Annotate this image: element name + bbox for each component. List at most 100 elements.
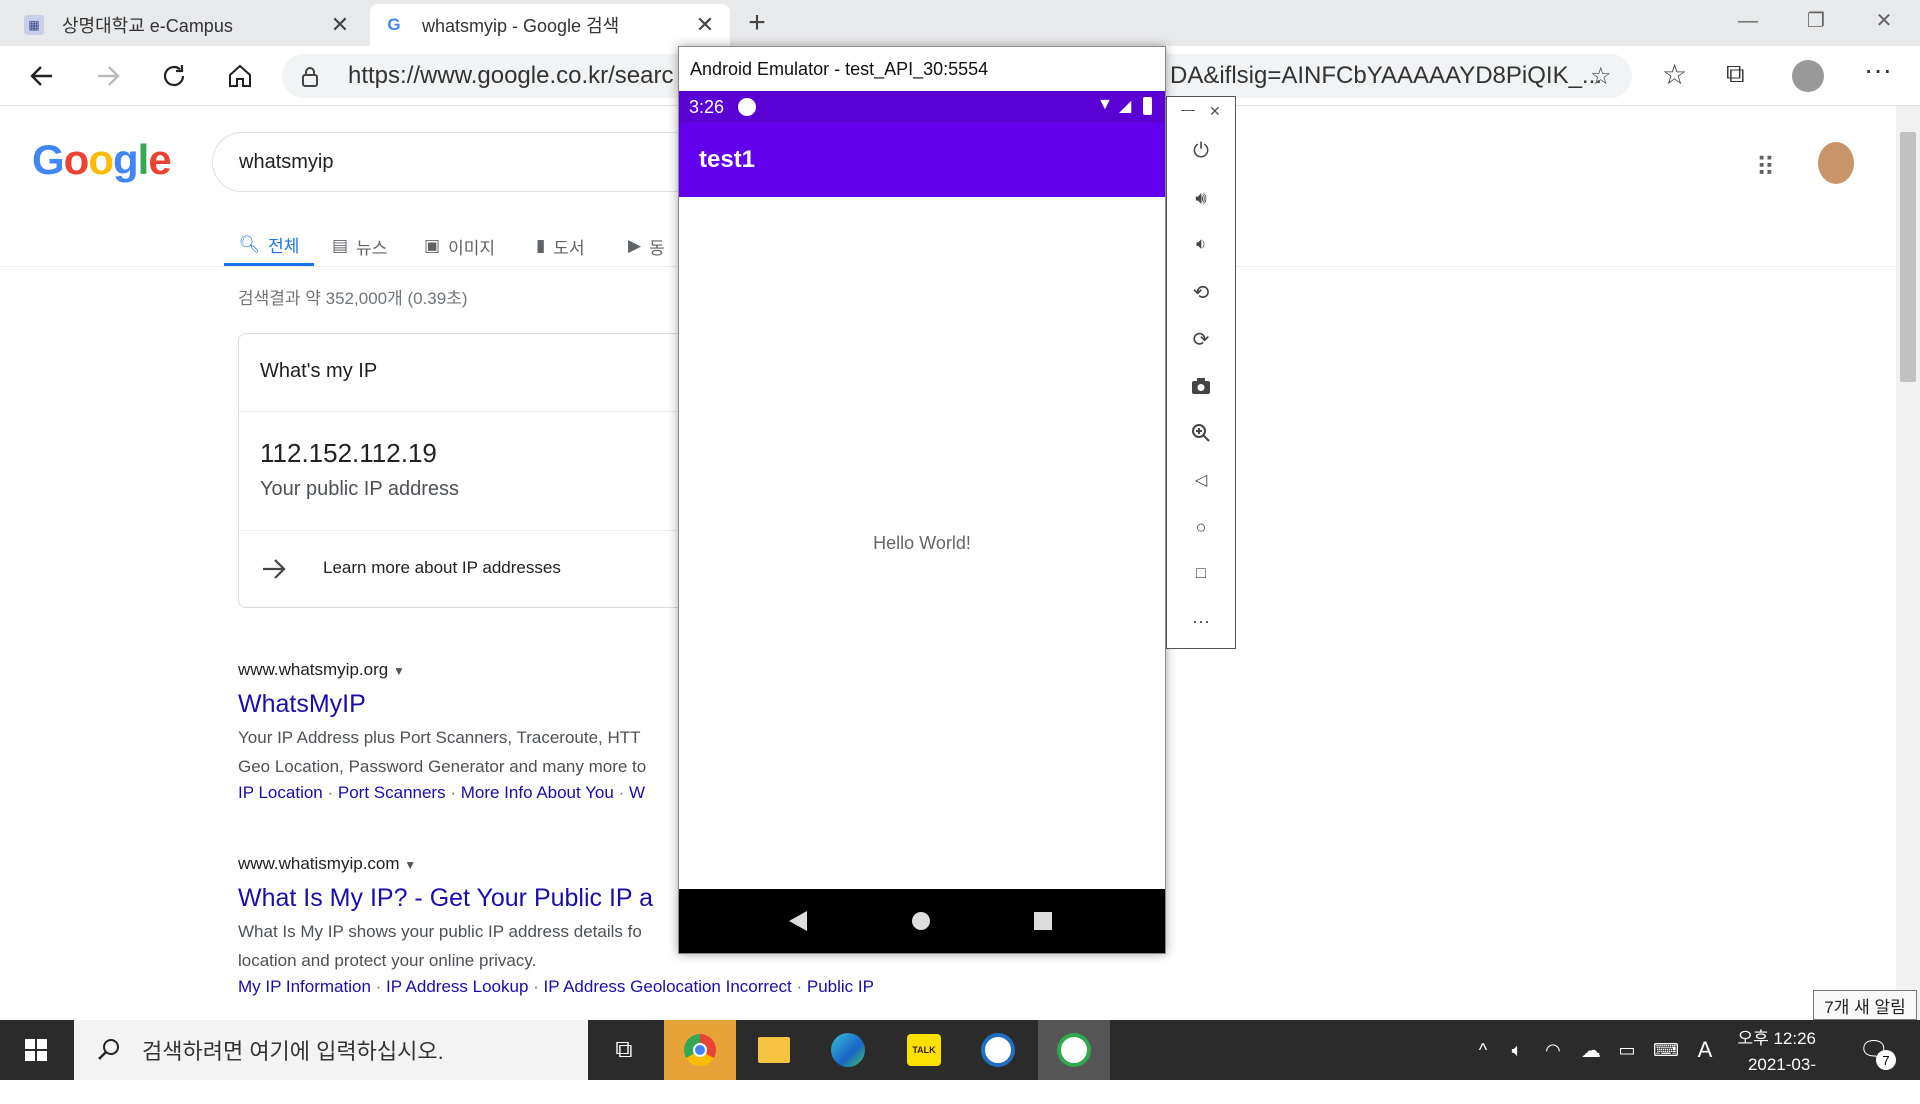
taskbar-chrome[interactable] [664, 1020, 736, 1080]
signal-icon: ◢ [1119, 98, 1132, 115]
back-button[interactable] [22, 56, 62, 96]
url-text-left: https://www.google.co.kr/searc [348, 62, 674, 89]
tab-books[interactable]: ▮ 도서 [536, 226, 585, 266]
nav-home-icon[interactable] [911, 911, 931, 931]
overview-icon: □ [1196, 565, 1206, 582]
page-scrollbar[interactable] [1896, 106, 1920, 1020]
taskbar-edge[interactable] [812, 1020, 884, 1080]
android-studio-icon [981, 1033, 1015, 1067]
tab-e-campus[interactable]: ▦ 상명대학교 e-Campus ✕ [10, 4, 365, 46]
rotate-left-button[interactable]: ⟲ [1167, 274, 1235, 310]
emulator-window: Android Emulator - test_API_30:5554 3:26… [678, 46, 1166, 954]
home-button[interactable] [220, 56, 260, 96]
close-icon[interactable]: ✕ [329, 12, 351, 38]
emulator-side-toolbar: — ✕ ⏻ 🔊︎ 🔉︎ ⟲ ⟳ ◁ ○ □ ··· [1166, 96, 1236, 649]
sitelink[interactable]: IP Address Geolocation Incorrect [544, 977, 792, 996]
screenshot-button[interactable] [1167, 368, 1235, 404]
learn-more-link[interactable]: Learn more about IP addresses [239, 531, 737, 607]
start-button[interactable] [0, 1020, 72, 1080]
more-menu-icon[interactable]: ··· [1864, 54, 1892, 86]
keyboard-icon[interactable]: ⌨ [1648, 1020, 1684, 1080]
refresh-button[interactable] [154, 56, 194, 96]
close-icon[interactable]: ✕ [1209, 103, 1221, 120]
zoom-button[interactable] [1167, 415, 1235, 451]
rotate-right-button[interactable]: ⟳ [1167, 321, 1235, 357]
sitelink[interactable]: W [629, 783, 645, 802]
sitelink[interactable]: IP Address Lookup [386, 977, 528, 996]
kakaotalk-icon: TALK [907, 1034, 941, 1066]
sitelink[interactable]: Public IP [807, 977, 874, 996]
campus-icon: ▦ [24, 15, 44, 35]
task-view-button[interactable]: ⧉ [588, 1020, 660, 1080]
restore-button[interactable]: ❐ [1796, 6, 1836, 36]
notification-icon [738, 98, 757, 116]
tray-overflow-icon[interactable]: ^ [1470, 1020, 1496, 1080]
account-avatar[interactable] [1818, 142, 1854, 184]
add-favorite-icon[interactable]: ☆ [1590, 62, 1612, 91]
minimize-button[interactable]: — [1728, 6, 1768, 36]
tab-title: 상명대학교 e-Campus [62, 16, 233, 36]
google-logo[interactable]: Google [32, 136, 172, 184]
taskbar-android-studio[interactable] [962, 1020, 1034, 1080]
taskbar-kakaotalk[interactable]: TALK [888, 1020, 960, 1080]
taskbar-emulator[interactable] [1038, 1020, 1110, 1080]
tab-videos[interactable]: ▶ 동 [628, 226, 665, 266]
nav-overview-icon[interactable] [1033, 911, 1053, 931]
sitelink[interactable]: My IP Information [238, 977, 371, 996]
taskbar-search-box[interactable]: 검색하려면 여기에 입력하십시오. [74, 1020, 588, 1080]
tab-news[interactable]: ▤ 뉴스 [332, 226, 387, 266]
minimize-icon[interactable]: — [1181, 101, 1195, 117]
onedrive-icon[interactable]: ☁ [1574, 1020, 1608, 1080]
search-result: www.whatsmyip.org ▼ WhatsMyIP Your IP Ad… [238, 660, 646, 803]
result-title[interactable]: WhatsMyIP [238, 690, 646, 719]
ime-indicator[interactable]: A [1690, 1020, 1720, 1080]
close-window-button[interactable]: ✕ [1864, 6, 1904, 36]
tab-all[interactable]: 🔍︎ 전체 [224, 226, 314, 266]
app-title: test1 [699, 146, 756, 173]
back-icon: ◁ [1194, 472, 1208, 489]
sitelink[interactable]: Port Scanners [338, 783, 446, 802]
result-stats: 검색결과 약 352,000개 (0.39초) [238, 289, 468, 308]
volume-up-button[interactable]: 🔊︎ [1167, 180, 1235, 216]
action-center-button[interactable]: 🗨︎ 7 [1846, 1020, 1902, 1080]
notification-toast[interactable]: 7개 새 알림 [1813, 990, 1917, 1020]
home-icon [229, 64, 251, 87]
home-button[interactable]: ○ [1167, 509, 1235, 545]
sitelink[interactable]: More Info About You [461, 783, 614, 802]
collections-icon[interactable]: ⧉ [1726, 58, 1745, 90]
emulator-title-bar[interactable]: Android Emulator - test_API_30:5554 [679, 47, 1165, 91]
new-tab-button[interactable]: + [740, 6, 774, 40]
taskbar-file-explorer[interactable] [738, 1020, 810, 1080]
favorites-icon[interactable]: ☆ [1662, 58, 1687, 91]
tab-images[interactable]: ▣ 이미지 [424, 226, 495, 266]
tab-title: whatsmyip - Google 검색 [422, 16, 620, 36]
overview-button[interactable]: □ [1167, 556, 1235, 592]
image-icon: ▣ [424, 236, 441, 255]
search-icon [98, 1039, 119, 1060]
result-url[interactable]: www.whatsmyip.org ▼ [238, 660, 646, 680]
volume-down-button[interactable]: 🔉︎ [1167, 227, 1235, 263]
zoom-icon [1192, 424, 1210, 442]
camera-icon [1192, 378, 1210, 394]
more-button[interactable]: ··· [1167, 603, 1235, 639]
close-icon[interactable]: ✕ [694, 12, 716, 38]
battery-icon [1143, 97, 1152, 115]
volume-icon[interactable]: 🔈︎ [1502, 1020, 1532, 1080]
more-icon: ··· [1192, 610, 1210, 631]
tab-google-search[interactable]: G whatsmyip - Google 검색 ✕ [370, 4, 730, 46]
scrollbar-thumb[interactable] [1900, 132, 1916, 382]
nav-back-icon[interactable] [787, 909, 809, 933]
forward-button[interactable] [88, 56, 128, 96]
sitelink[interactable]: IP Location [238, 783, 323, 802]
apps-grid-icon[interactable]: ⠿ [1756, 152, 1775, 183]
power-icon: ⏻ [1193, 139, 1209, 162]
search-input[interactable]: whatsmyip [212, 132, 712, 192]
battery-icon[interactable]: ▭ [1612, 1020, 1642, 1080]
profile-avatar[interactable] [1792, 60, 1824, 92]
power-button[interactable]: ⏻ [1167, 133, 1235, 169]
rotate-right-icon: ⟳ [1192, 328, 1210, 351]
result-description: Geo Location, Password Generator and man… [238, 757, 647, 776]
taskbar-clock[interactable]: 오후 12:26 2021-03-03 [1730, 1026, 1816, 1104]
back-button[interactable]: ◁ [1167, 462, 1235, 498]
network-icon[interactable]: ◠ [1538, 1020, 1568, 1080]
